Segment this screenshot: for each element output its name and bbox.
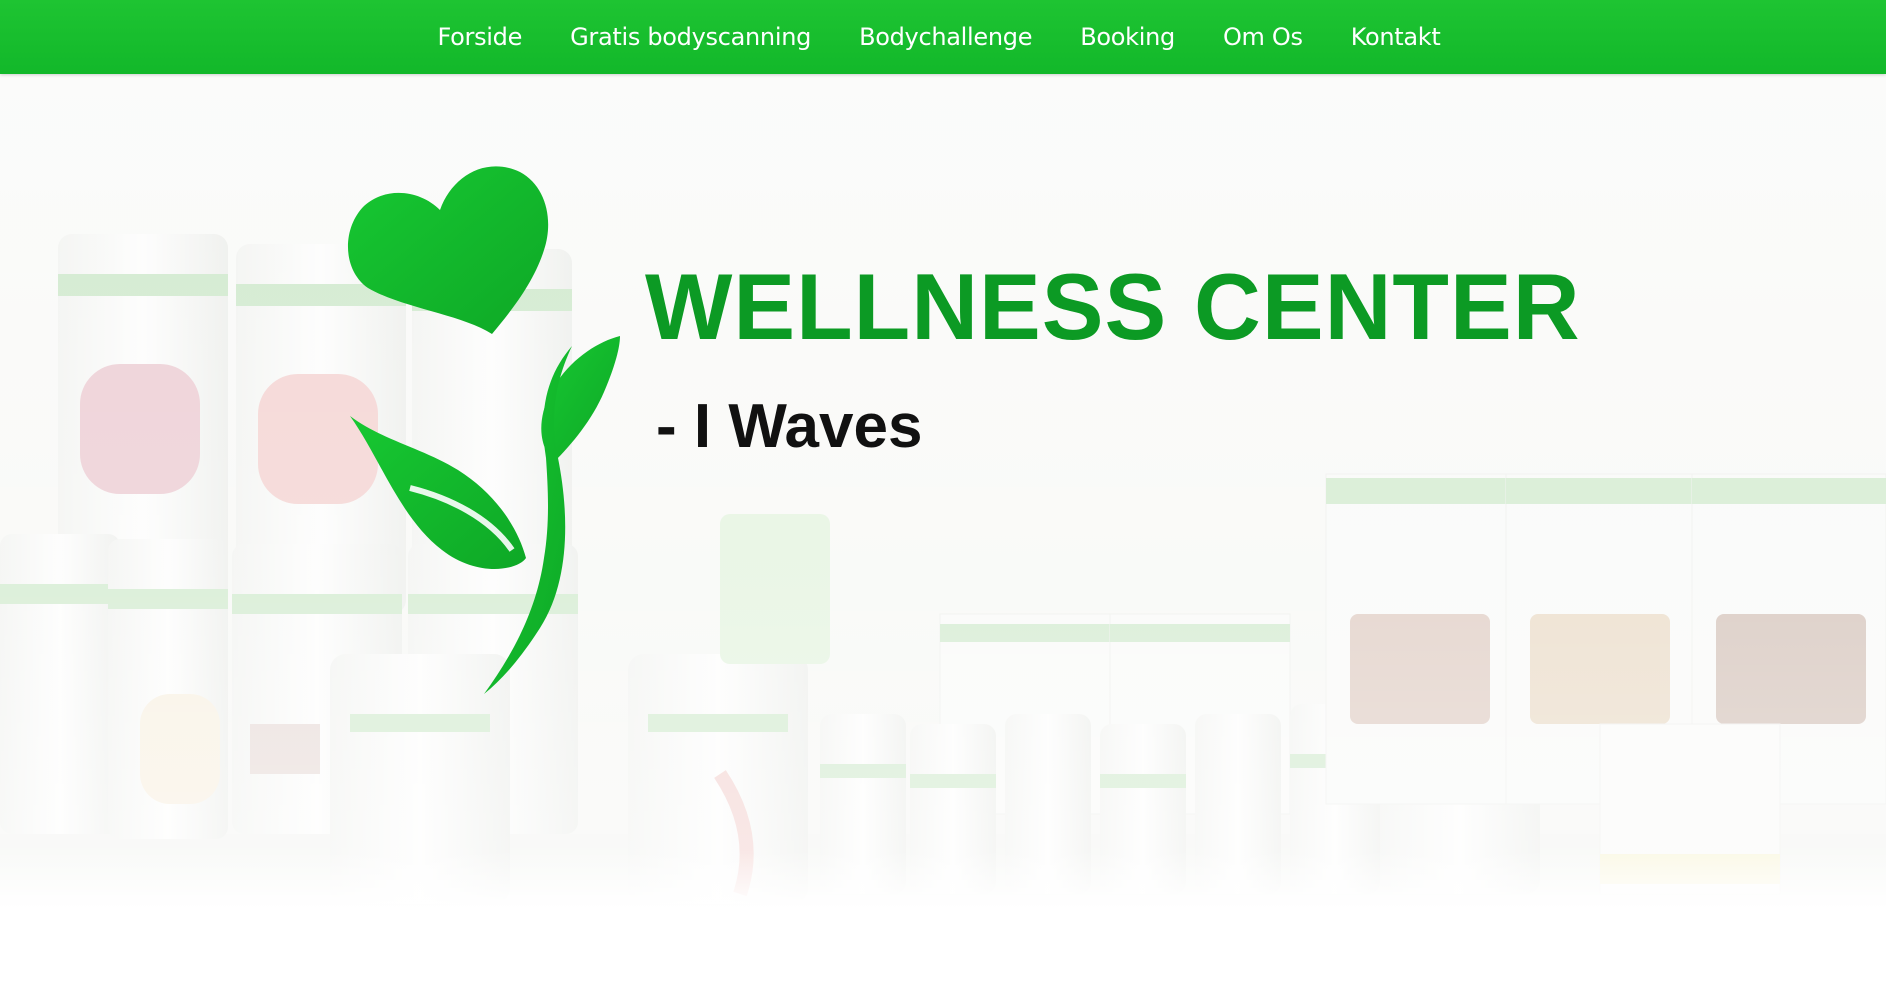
nav-link-forside[interactable]: Forside [438,17,523,57]
nav-item-booking: Booking [1080,17,1175,57]
hero-bottom-fade [0,850,1886,910]
nav-item-om-os: Om Os [1223,17,1303,57]
hero-white-overlay [0,74,1886,910]
heart-icon [347,166,549,334]
leaf-icon [350,416,526,569]
brand-title: WELLNESS CENTER [645,254,1581,359]
page-content-area [0,910,1886,988]
wellness-logo-mark [347,166,620,694]
nav-link-booking[interactable]: Booking [1080,17,1175,57]
nav-item-forside: Forside [438,17,523,57]
hero-banner: WELLNESS CENTER - I Waves [0,74,1886,910]
nav-item-kontakt: Kontakt [1351,17,1441,57]
top-navigation: Forside Gratis bodyscanning Bodychalleng… [0,0,1886,74]
nav-link-om-os[interactable]: Om Os [1223,17,1303,57]
nav-link-gratis-bodyscanning[interactable]: Gratis bodyscanning [570,17,811,57]
nav-item-bodychallenge: Bodychallenge [859,17,1032,57]
nav-menu: Forside Gratis bodyscanning Bodychalleng… [414,17,1465,57]
nav-link-kontakt[interactable]: Kontakt [1351,17,1441,57]
brand-subtitle: - I Waves [656,392,923,461]
nav-link-bodychallenge[interactable]: Bodychallenge [859,17,1032,57]
nav-item-gratis-bodyscanning: Gratis bodyscanning [570,17,811,57]
